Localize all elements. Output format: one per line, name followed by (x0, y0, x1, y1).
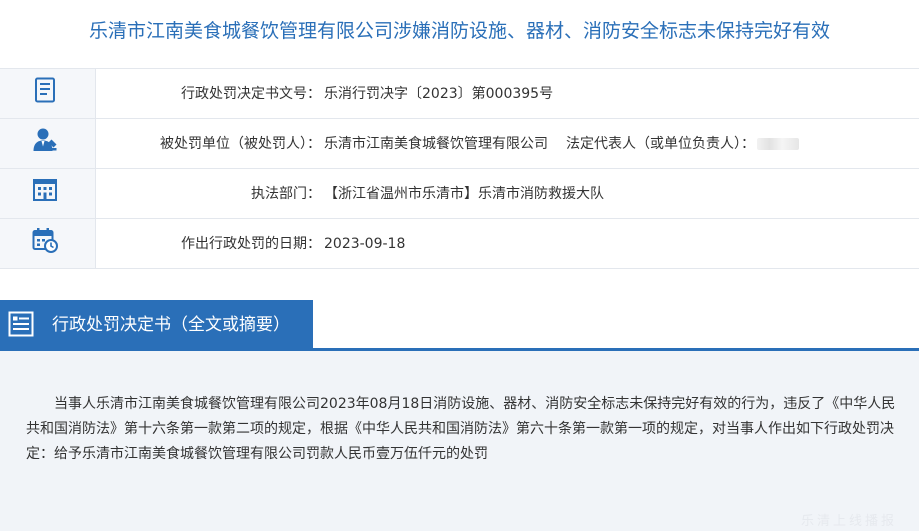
info-label: 行政处罚决定书文号： (181, 86, 321, 102)
info-row-penalty-date: 作出行政处罚的日期： 2023-09-18 (0, 219, 919, 269)
info-icon-cell (0, 119, 96, 168)
info-icon-cell (0, 219, 96, 268)
document-list-icon (8, 311, 34, 337)
penalized-party-value: 乐清市江南美食城餐饮管理有限公司 (324, 136, 548, 152)
info-icon-cell (0, 69, 96, 118)
legal-representative-label: 法定代表人（或单位负责人）： (566, 136, 755, 152)
info-label: 被处罚单位（被处罚人）： (160, 136, 321, 152)
building-icon (33, 179, 57, 201)
info-row-document-number: 行政处罚决定书文号： 乐消行罚决字〔2023〕第000395号 (0, 69, 919, 119)
decision-body-text: 当事人乐清市江南美食城餐饮管理有限公司2023年08月18日消防设施、器材、消防… (26, 396, 896, 462)
info-label: 执法部门： (251, 186, 321, 202)
penalty-date-value: 2023-09-18 (324, 236, 406, 252)
redacted-name (757, 138, 799, 150)
info-row-penalized-party: 被处罚单位（被处罚人）： 乐清市江南美食城餐饮管理有限公司 法定代表人（或单位负责… (0, 119, 919, 169)
calendar-clock-icon (32, 228, 58, 253)
section-header: 行政处罚决定书（全文或摘要） (0, 300, 919, 351)
page-title: 乐清市江南美食城餐饮管理有限公司涉嫌消防设施、器材、消防安全标志未保持完好有效 (88, 20, 830, 42)
penalized-party-field: 乐清市江南美食城餐饮管理有限公司 法定代表人（或单位负责人）： (324, 119, 799, 168)
document-icon (35, 77, 55, 103)
watermark: 乐清上线播报 (800, 514, 897, 529)
section-title: 行政处罚决定书（全文或摘要） (52, 315, 290, 335)
section-tab: 行政处罚决定书（全文或摘要） (0, 300, 313, 348)
info-icon-cell (0, 169, 96, 218)
enforcement-department-value: 【浙江省温州市乐清市】乐清市消防救援大队 (324, 186, 604, 202)
info-row-enforcement-department: 执法部门： 【浙江省温州市乐清市】乐清市消防救援大队 (0, 169, 919, 219)
decision-body-panel: 当事人乐清市江南美食城餐饮管理有限公司2023年08月18日消防设施、器材、消防… (0, 351, 919, 531)
person-icon (33, 128, 57, 151)
info-label: 作出行政处罚的日期： (181, 236, 321, 252)
document-number-value: 乐消行罚决字〔2023〕第000395号 (324, 86, 554, 102)
info-table: 行政处罚决定书文号： 乐消行罚决字〔2023〕第000395号 被处罚单位（被处… (0, 68, 919, 269)
